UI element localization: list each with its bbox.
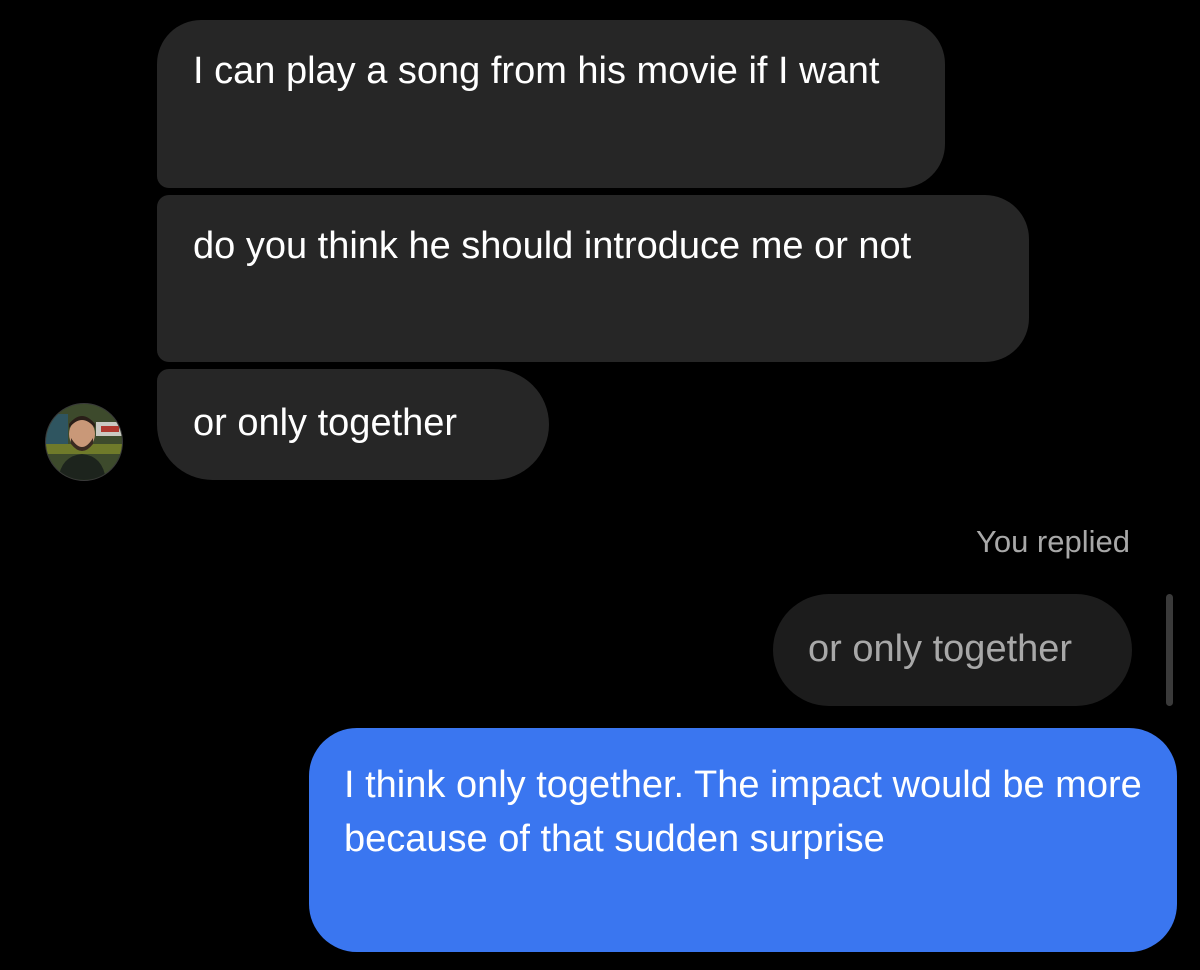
message-text: I can play a song from his movie if I wa…	[193, 50, 880, 92]
quoted-message-text: or only together	[808, 628, 1073, 670]
message-text: or only together	[193, 402, 458, 444]
quote-indicator-bar	[1166, 594, 1173, 706]
outgoing-message[interactable]: I think only together. The impact would …	[309, 728, 1177, 952]
sender-avatar[interactable]	[45, 403, 123, 481]
incoming-message[interactable]: I can play a song from his movie if I wa…	[157, 20, 945, 188]
incoming-message[interactable]: or only together	[157, 369, 549, 480]
quoted-message[interactable]: or only together	[773, 594, 1132, 706]
message-text: I think only together. The impact would …	[344, 764, 1142, 860]
incoming-message[interactable]: do you think he should introduce me or n…	[157, 195, 1029, 362]
you-replied-label: You replied	[976, 524, 1130, 559]
message-text: do you think he should introduce me or n…	[193, 225, 912, 267]
avatar-icon	[46, 404, 122, 480]
